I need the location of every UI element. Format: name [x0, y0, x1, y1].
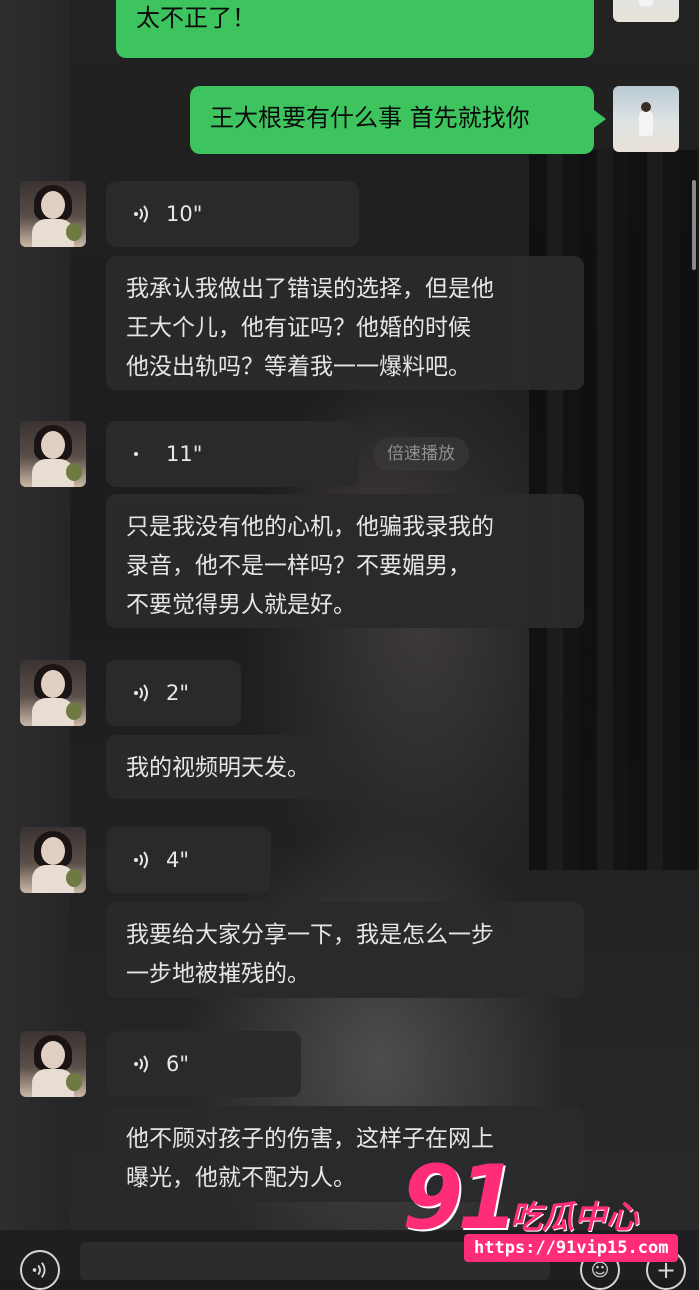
voice-duration: 6" — [166, 1052, 190, 1076]
contact-avatar[interactable] — [20, 1031, 86, 1097]
transcript-line: 我的视频明天发。 — [126, 755, 310, 781]
transcript-line: 王大个儿，他有证吗？他婚的时候 — [126, 315, 471, 341]
voice-message[interactable]: 10" — [106, 181, 359, 247]
voice-wave-icon — [128, 679, 156, 707]
transcript-line: 只是我没有他的心机，他骗我录我的 — [126, 514, 494, 540]
voice-transcript[interactable]: 只是我没有他的心机，他骗我录我的 录音，他不是一样吗？不要媚男， 不要觉得男人就… — [106, 494, 584, 628]
transcript-line: 他没出轨吗？等着我一一爆料吧。 — [126, 354, 471, 380]
voice-message[interactable]: 11" — [106, 421, 359, 487]
outgoing-message-text: 王大根要有什么事 首先就找你 — [210, 104, 530, 132]
speed-play-button[interactable]: 倍速播放 — [373, 437, 469, 471]
voice-wave-icon — [128, 846, 156, 874]
transcript-line: 不要觉得男人就是好。 — [126, 592, 356, 618]
outgoing-message[interactable]: 王大根要有什么事 首先就找你 — [190, 86, 606, 154]
watermark-number: 91 — [402, 1146, 518, 1249]
contact-avatar[interactable] — [20, 421, 86, 487]
watermark-name: 吃瓜中心 — [510, 1198, 639, 1236]
voice-duration: 11" — [166, 442, 203, 466]
contact-avatar[interactable] — [20, 827, 86, 893]
voice-transcript[interactable]: 我要给大家分享一下，我是怎么一步 一步地被摧残的。 — [106, 902, 584, 998]
outgoing-message-text: 太不正了！ — [136, 4, 256, 32]
voice-message[interactable]: 2" — [106, 660, 241, 726]
voice-wave-icon — [32, 1262, 46, 1278]
my-avatar[interactable] — [613, 0, 679, 22]
voice-duration: 10" — [166, 202, 203, 226]
voice-message[interactable]: 6" — [106, 1031, 301, 1097]
outgoing-message[interactable]: 太不正了！ — [116, 0, 594, 58]
voice-duration: 4" — [166, 848, 190, 872]
transcript-line: 录音，他不是一样吗？不要媚男， — [126, 553, 471, 579]
voice-wave-playing-icon — [128, 440, 156, 468]
contact-avatar[interactable] — [20, 181, 86, 247]
my-avatar[interactable] — [613, 86, 679, 152]
site-watermark: 91 吃瓜中心 https://91vip15.com — [400, 1150, 695, 1270]
watermark-url: https://91vip15.com — [464, 1234, 679, 1262]
contact-avatar[interactable] — [20, 660, 86, 726]
voice-wave-icon — [128, 1050, 156, 1078]
transcript-line: 一步地被摧残的。 — [126, 961, 310, 987]
voice-wave-icon — [128, 200, 156, 228]
transcript-line: 我承认我做出了错误的选择，但是他 — [126, 276, 494, 302]
scrollbar[interactable] — [692, 180, 696, 270]
voice-transcript[interactable]: 我承认我做出了错误的选择，但是他 王大个儿，他有证吗？他婚的时候 他没出轨吗？等… — [106, 256, 584, 390]
voice-input-button[interactable] — [20, 1250, 60, 1290]
voice-transcript[interactable]: 我的视频明天发。 — [106, 735, 351, 799]
transcript-line: 我要给大家分享一下，我是怎么一步 — [126, 922, 494, 948]
voice-message[interactable]: 4" — [106, 827, 271, 893]
voice-duration: 2" — [166, 681, 190, 705]
